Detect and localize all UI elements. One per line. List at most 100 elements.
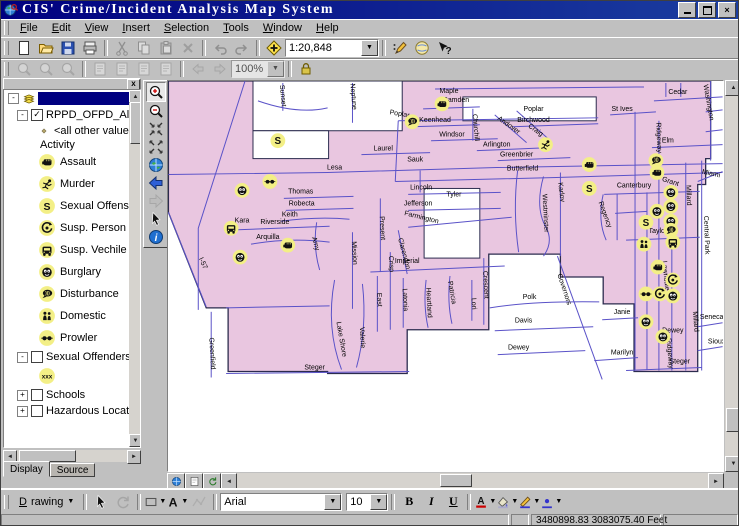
editor-tool-icon — [392, 40, 408, 56]
collapse-expander[interactable]: - — [8, 93, 19, 104]
fill-color-button[interactable]: ▼ — [496, 492, 518, 511]
arccatalog-button[interactable] — [411, 38, 433, 57]
map-scale-combo[interactable]: 1:20,848 ▼ — [285, 38, 379, 57]
layout-toolbar: 100% ▼ — [1, 59, 738, 79]
italic-button[interactable]: I — [420, 492, 442, 511]
menu-tools[interactable]: Tools — [216, 20, 256, 36]
svg-text:Imperial: Imperial — [395, 258, 420, 265]
draw-rectangle-button[interactable]: ▼ — [144, 492, 166, 511]
expand-expander[interactable]: + — [17, 405, 28, 417]
next-extent-button[interactable] — [147, 192, 165, 210]
toc-layer-sexual-offenders[interactable]: - Sexual Offenders — [4, 349, 129, 365]
layer-label: Schools — [46, 389, 86, 401]
underline-button[interactable]: U — [442, 492, 464, 511]
dropdown-arrow-icon: ▼ — [555, 498, 563, 505]
menu-selection[interactable]: Selection — [157, 20, 216, 36]
svg-text:Crescent: Crescent — [481, 271, 489, 299]
layer-label: RPPD_OFPD_All_laye — [46, 109, 129, 121]
draw-rotate-icon — [115, 494, 131, 510]
menu-window[interactable]: Window — [256, 20, 309, 36]
save-button[interactable] — [57, 38, 79, 57]
add-data-button[interactable] — [263, 38, 285, 57]
fixed-zoom-out-button[interactable] — [147, 138, 165, 156]
tab-display[interactable]: Display — [3, 461, 50, 477]
menu-insert[interactable]: Insert — [115, 20, 157, 36]
map-scroll-down-icon[interactable]: ▼ — [725, 456, 738, 472]
new-document-button[interactable] — [13, 38, 35, 57]
select-elements-button[interactable] — [147, 210, 165, 228]
toc-scroll-thumb[interactable] — [130, 102, 140, 144]
menu-edit[interactable]: Edit — [45, 20, 78, 36]
toc-scroll-down-icon[interactable]: ▼ — [129, 434, 140, 447]
layer-checkbox[interactable]: ✓ — [31, 109, 43, 121]
draw-select-button[interactable] — [90, 492, 112, 511]
dropdown-arrow-icon[interactable]: ▼ — [324, 493, 342, 510]
zoom-whole-page-button — [89, 59, 111, 78]
zoom-100-button — [111, 59, 133, 78]
legend-item-xxx — [4, 365, 129, 387]
marker-color-button[interactable]: ▼ — [540, 492, 562, 511]
status-extra-cell — [663, 514, 738, 525]
svg-text:Steger: Steger — [304, 365, 325, 372]
menu-help[interactable]: Help — [309, 20, 346, 36]
toolbar-grip — [4, 21, 9, 35]
restore-button[interactable] — [698, 2, 716, 18]
legend-label: Susp. Vechile — [60, 244, 127, 256]
legend-item-assault: Assault — [4, 151, 129, 173]
editor-tool-button[interactable] — [389, 38, 411, 57]
map-horizontal-scrollbar[interactable] — [237, 473, 708, 488]
layer-checkbox[interactable] — [31, 389, 43, 401]
copy-button — [133, 38, 155, 57]
expand-expander[interactable]: + — [17, 389, 28, 401]
font-family-combo[interactable]: Arial ▼ — [220, 492, 343, 511]
toc-vertical-scrollbar[interactable]: ▲ ▼ — [129, 90, 140, 447]
marker-susp-person — [664, 271, 681, 289]
fixed-zoom-in-button[interactable] — [147, 120, 165, 138]
toc-root-row[interactable]: - — [4, 90, 129, 107]
toc-layer-schools[interactable]: + Schools — [4, 387, 129, 403]
previous-extent-button[interactable] — [147, 174, 165, 192]
copy-icon — [136, 40, 152, 56]
menu-view[interactable]: View — [78, 20, 116, 36]
toc-layer-rppd-ofpd-all-laye[interactable]: -✓RPPD_OFPD_All_laye — [4, 107, 129, 123]
drawing-menu-button[interactable]: Drawing ▼ — [13, 494, 80, 510]
font-color-button[interactable]: ▼ — [474, 492, 496, 511]
whats-this-help-button[interactable] — [433, 38, 455, 57]
toc-layer-hazardous-locations[interactable]: + Hazardous Locations — [4, 403, 129, 419]
map-scroll-up-icon[interactable]: ▲ — [725, 80, 738, 96]
collapse-expander[interactable]: - — [17, 109, 28, 121]
legend-item-burglary: Burglary — [4, 261, 129, 283]
map-vscroll-thumb[interactable] — [726, 408, 738, 432]
toggle-draft-mode-button[interactable] — [295, 59, 317, 78]
select-elements-icon — [148, 211, 164, 227]
map-hscroll-thumb[interactable] — [439, 474, 472, 487]
toc-scroll-right-icon[interactable]: ► — [127, 450, 141, 464]
identify-button[interactable] — [147, 228, 165, 246]
line-color-icon — [518, 494, 532, 510]
line-color-button[interactable]: ▼ — [518, 492, 540, 511]
menu-file[interactable]: File — [13, 20, 45, 36]
layer-checkbox[interactable] — [31, 351, 43, 363]
window-title: CIS' Crime/Incident Analysis Map System — [22, 2, 335, 17]
zoom-in-button[interactable] — [146, 82, 166, 102]
tab-source[interactable]: Source — [49, 463, 96, 477]
collapse-expander[interactable]: - — [17, 351, 28, 363]
zoom-selected-button — [155, 59, 177, 78]
layout-zoom-combo[interactable]: 100% ▼ — [231, 59, 285, 78]
layer-checkbox[interactable] — [31, 405, 43, 417]
minimize-button[interactable] — [678, 2, 696, 18]
close-button[interactable]: × — [718, 2, 736, 18]
font-size-combo[interactable]: 10 ▼ — [346, 492, 389, 511]
draw-text-button[interactable]: ▼ — [166, 492, 188, 511]
map-canvas[interactable]: Sunset Neptune Maple Camden Poplar Poplar Keen… — [167, 80, 724, 472]
map-vertical-scrollbar[interactable]: ▲ ▼ — [725, 80, 738, 472]
dropdown-arrow-icon[interactable]: ▼ — [267, 60, 284, 77]
dropdown-arrow-icon[interactable]: ▼ — [370, 493, 388, 510]
bold-button[interactable]: B — [398, 492, 420, 511]
svg-text:Polk: Polk — [523, 294, 537, 301]
full-extent-button[interactable] — [147, 156, 165, 174]
print-button[interactable] — [79, 38, 101, 57]
dropdown-arrow-icon[interactable]: ▼ — [361, 39, 378, 56]
open-button[interactable] — [35, 38, 57, 57]
zoom-out-button[interactable] — [147, 102, 165, 120]
